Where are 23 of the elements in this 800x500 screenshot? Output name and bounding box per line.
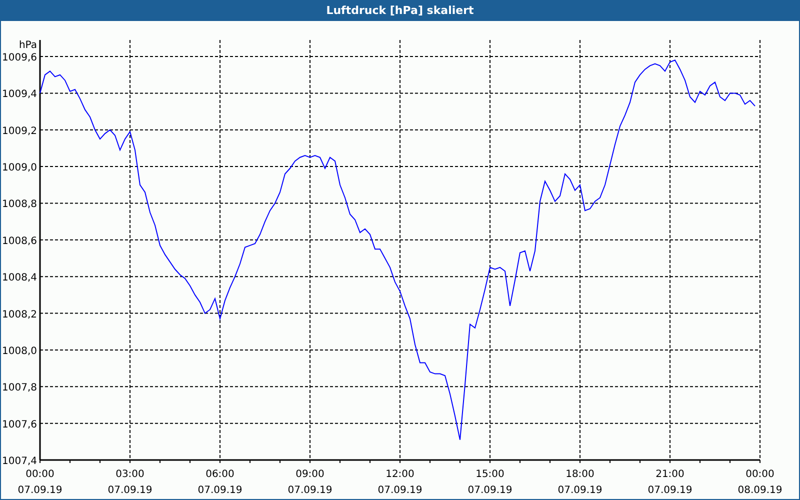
y-tick-label: 1009,6 <box>2 52 37 64</box>
y-tick-label: 1009,4 <box>2 89 37 100</box>
x-tick-label: 00:00 08.09.19 <box>738 469 782 496</box>
y-tick-label: 1007,4 <box>2 456 37 467</box>
y-tick-label: 1008,4 <box>2 272 37 284</box>
y-tick-label: 1009,0 <box>2 162 37 174</box>
y-tick-label: 1008,0 <box>2 346 37 357</box>
x-tick-label: 09:00 07.09.19 <box>288 469 332 496</box>
y-tick-label: 1009,2 <box>2 126 37 137</box>
y-tick-label: 1008,6 <box>2 236 37 247</box>
y-tick-label: 1007,6 <box>2 419 37 430</box>
x-tick-label: 15:00 07.09.19 <box>468 469 512 496</box>
y-axis-unit: hPa <box>18 40 37 51</box>
x-tick-label: 00:00 07.09.19 <box>18 469 62 496</box>
y-tick-label: 1008,2 <box>2 309 37 320</box>
window-title: Luftdruck [hPa] skaliert <box>325 2 475 19</box>
x-tick-label: 03:00 07.09.19 <box>108 469 152 496</box>
y-tick-label: 1007,8 <box>2 382 37 394</box>
y-tick-label: 1008,8 <box>2 199 37 210</box>
x-tick-label: 06:00 07.09.19 <box>198 469 242 496</box>
x-tick-label: 12:00 07.09.19 <box>378 469 422 496</box>
x-tick-label: 18:00 07.09.19 <box>558 469 602 496</box>
x-tick-label: 21:00 07.09.19 <box>648 469 692 496</box>
